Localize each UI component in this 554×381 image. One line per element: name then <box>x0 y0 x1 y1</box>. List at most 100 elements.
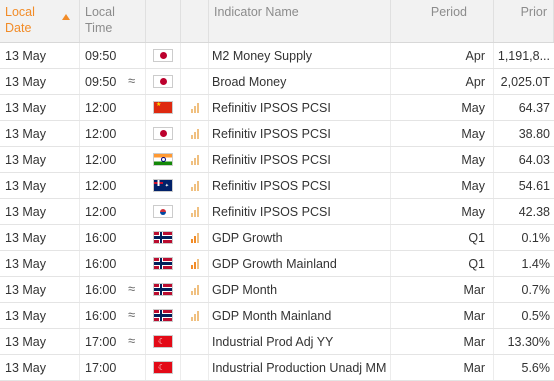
prior-cell: 0.7% <box>521 282 551 297</box>
importance-bars-icon <box>190 102 199 113</box>
japan-flag-icon <box>153 49 173 62</box>
table-row[interactable]: 13 May 16:00 GDP Growth Q1 0.1% <box>0 225 554 251</box>
table-header: Local Date Local Time Indicator Name Per… <box>0 0 554 43</box>
importance-bars-icon <box>190 258 199 269</box>
table-row[interactable]: 13 May 12:00 Refinitiv IPSOS PCSIMay 64.37 <box>0 95 554 121</box>
date-cell: 13 May <box>0 121 80 146</box>
australia-flag-icon <box>153 179 173 192</box>
importance-bars-icon <box>190 180 199 191</box>
country-cell <box>146 147 181 172</box>
column-header-label: Indicator Name <box>214 5 299 19</box>
table-row[interactable]: 13 May 12:00 Refinitiv IPSOS PCSI May 64.03 <box>0 147 554 173</box>
importance-cell <box>181 355 209 380</box>
period-cell: Q1 <box>391 225 494 250</box>
table-row[interactable]: 13 May 17:00 ≈ Industrial Prod Adj YYMar 13.… <box>0 329 554 355</box>
indicator-name-cell[interactable]: GDP Growth Mainland <box>209 251 391 276</box>
date-cell: 13 May <box>0 251 80 276</box>
approx-icon: ≈ <box>128 307 136 322</box>
date-cell: 13 May <box>0 303 80 328</box>
turkey-flag-icon <box>153 361 173 374</box>
table-row[interactable]: 13 May 16:00 GDP Growth Mainland Q1 1.4% <box>0 251 554 277</box>
south-korea-flag-icon <box>153 205 173 218</box>
column-header-label: Period <box>430 5 467 19</box>
time-value: 12:00 <box>85 152 117 167</box>
china-flag-icon <box>153 101 173 114</box>
importance-bars-icon <box>190 310 199 321</box>
time-value: 16:00 <box>85 230 117 245</box>
column-header-local-time[interactable]: Local Time <box>80 0 146 42</box>
column-header-label: Prior <box>520 5 547 19</box>
time-cell: 16:00 <box>80 225 146 250</box>
indicator-name-cell[interactable]: GDP Month <box>209 277 391 302</box>
table-row[interactable]: 13 May 09:50 M2 Money Supply Apr 1,191,8... <box>0 43 554 69</box>
column-header-indicator-name[interactable]: Indicator Name <box>209 0 391 42</box>
table-row[interactable]: 13 May 12:00 Refinitiv IPSOS PCSIMay 54.61 <box>0 173 554 199</box>
column-header-period[interactable]: Period <box>391 0 494 42</box>
indicator-name-cell[interactable]: Refinitiv IPSOS PCSI <box>209 199 391 224</box>
sort-ascending-icon[interactable] <box>62 14 70 20</box>
country-cell <box>146 121 181 146</box>
date-cell: 13 May <box>0 199 80 224</box>
prior-cell: 1,191,8... <box>497 48 550 63</box>
turkey-flag-icon <box>153 335 173 348</box>
table-row[interactable]: 13 May 16:00 ≈ GDP Month Mainland Mar 0.5% <box>0 303 554 329</box>
period-cell: May <box>391 173 494 198</box>
table-row[interactable]: 13 May 12:00 Refinitiv IPSOS PCSI May 38.80 <box>0 121 554 147</box>
norway-flag-icon <box>153 309 173 322</box>
period-cell: May <box>391 121 494 146</box>
time-cell: 16:00 ≈ <box>80 277 146 302</box>
approx-icon: ≈ <box>128 333 136 348</box>
column-header-importance <box>181 0 209 42</box>
table-row[interactable]: 13 May 17:00 Industrial Production Unadj M… <box>0 355 554 381</box>
time-value: 16:00 <box>85 282 117 297</box>
country-cell <box>146 277 181 302</box>
time-value: 12:00 <box>85 178 117 193</box>
period-cell: May <box>391 147 494 172</box>
country-cell <box>146 173 181 198</box>
indicator-name-cell[interactable]: Refinitiv IPSOS PCSI <box>209 121 391 146</box>
column-header-prior[interactable]: Prior <box>494 0 554 42</box>
indicator-name-cell[interactable]: Industrial Prod Adj YY <box>209 329 391 354</box>
prior-cell: 0.1% <box>521 230 551 245</box>
importance-cell <box>181 69 209 94</box>
period-cell: Mar <box>391 329 494 354</box>
table-row[interactable]: 13 May 16:00 ≈ GDP Month Mar 0.7% <box>0 277 554 303</box>
prior-cell: 42.38 <box>518 204 550 219</box>
table-row[interactable]: 13 May 12:00 Refinitiv IPSOS PCSI May 42.38 <box>0 199 554 225</box>
table-row[interactable]: 13 May 09:50 ≈ Broad Money Apr 2,025.0T <box>0 69 554 95</box>
indicator-name-cell[interactable]: Refinitiv IPSOS PCSI <box>209 173 391 198</box>
indicator-name-cell[interactable]: GDP Month Mainland <box>209 303 391 328</box>
country-cell <box>146 43 181 68</box>
importance-bars-icon <box>190 284 199 295</box>
importance-cell <box>181 225 209 250</box>
importance-cell <box>181 43 209 68</box>
time-cell: 12:00 <box>80 199 146 224</box>
indicator-name-cell[interactable]: M2 Money Supply <box>209 43 391 68</box>
prior-cell: 64.03 <box>518 152 550 167</box>
prior-cell: 2,025.0T <box>500 74 550 89</box>
column-header-local-date[interactable]: Local Date <box>0 0 80 42</box>
indicator-name-cell[interactable]: Refinitiv IPSOS PCSI <box>209 147 391 172</box>
time-cell: 12:00 <box>80 147 146 172</box>
time-value: 09:50 <box>85 74 117 89</box>
date-cell: 13 May <box>0 173 80 198</box>
time-cell: 09:50 ≈ <box>80 69 146 94</box>
time-value: 09:50 <box>85 48 117 63</box>
period-cell: Mar <box>391 277 494 302</box>
date-cell: 13 May <box>0 147 80 172</box>
prior-cell: 54.61 <box>518 178 550 193</box>
indicator-name-cell[interactable]: Refinitiv IPSOS PCSI <box>209 95 391 120</box>
indicator-name-cell[interactable]: Broad Money <box>209 69 391 94</box>
indicator-name-cell[interactable]: GDP Growth <box>209 225 391 250</box>
importance-bars-icon <box>190 128 199 139</box>
country-cell <box>146 303 181 328</box>
time-cell: 12:00 <box>80 95 146 120</box>
norway-flag-icon <box>153 231 173 244</box>
importance-cell <box>181 121 209 146</box>
date-cell: 13 May <box>0 43 80 68</box>
date-cell: 13 May <box>0 329 80 354</box>
indicator-name-cell[interactable]: Industrial Production Unadj MM <box>209 355 391 380</box>
period-cell: May <box>391 199 494 224</box>
time-value: 16:00 <box>85 256 117 271</box>
column-header-country <box>146 0 181 42</box>
